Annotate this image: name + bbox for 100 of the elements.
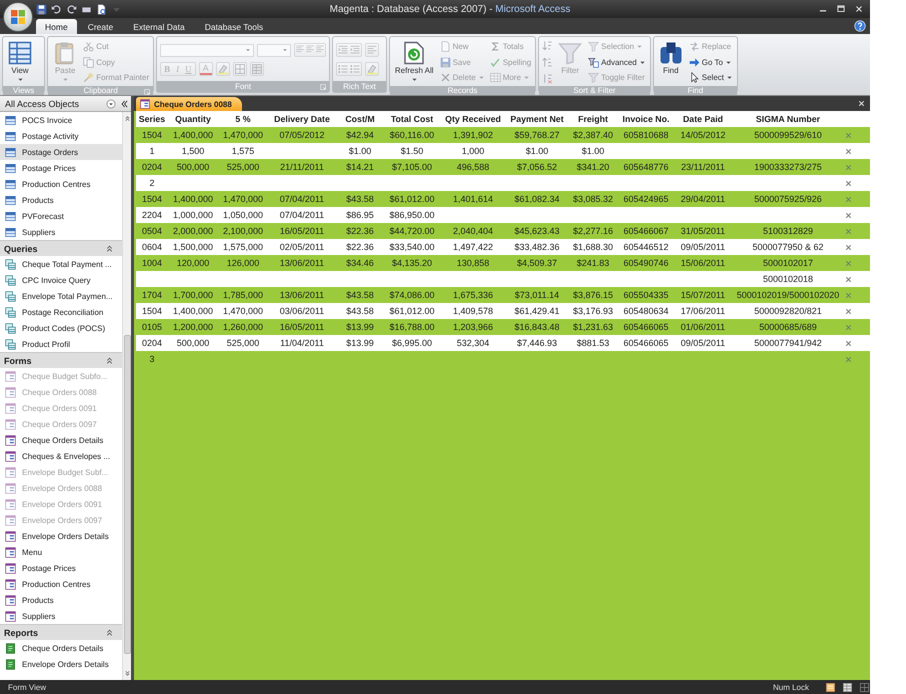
- collapse-icon[interactable]: [105, 356, 114, 365]
- delete-icon[interactable]: [844, 274, 853, 284]
- dropdown-icon[interactable]: [106, 98, 116, 108]
- highlight-icon[interactable]: [216, 63, 229, 75]
- undo-icon[interactable]: [51, 4, 62, 14]
- table-cell-text: 605466065: [622, 322, 670, 332]
- nav-item[interactable]: Envelope Orders Details: [0, 528, 122, 544]
- table-cell-text: 50000685/689: [758, 322, 818, 332]
- nav-item[interactable]: CPC Invoice Query: [0, 272, 122, 288]
- table-cell-text: $4,509.37: [516, 258, 558, 268]
- office-button[interactable]: [3, 2, 33, 32]
- delete-icon[interactable]: [844, 258, 853, 268]
- table-cell-text: 1,000,000: [172, 210, 214, 220]
- nav-item[interactable]: Suppliers: [0, 608, 122, 624]
- table-cell-text: 605490746: [622, 258, 670, 268]
- nav-item[interactable]: Postage Activity: [0, 128, 122, 144]
- nav-item[interactable]: Envelope Total Paymen...: [0, 288, 122, 304]
- document-tab[interactable]: Cheque Orders 0088: [136, 97, 242, 111]
- ribbon-tab[interactable]: Create: [78, 19, 122, 34]
- nav-item[interactable]: Product Profil: [0, 336, 122, 352]
- delete-icon[interactable]: [844, 178, 853, 188]
- maximize-icon[interactable]: [836, 4, 846, 14]
- scroll-down-icon[interactable]: [124, 670, 130, 677]
- table-cell-text: 1,470,000: [222, 130, 264, 140]
- delete-icon[interactable]: [844, 194, 853, 204]
- nav-item[interactable]: Cheque Orders Details: [0, 432, 122, 448]
- brush-icon: [83, 72, 94, 83]
- section-header[interactable]: Reports: [0, 624, 122, 640]
- collapse-icon[interactable]: [105, 628, 114, 637]
- datasheet-view-icon[interactable]: [842, 682, 853, 692]
- nav-item[interactable]: Postage Reconciliation: [0, 304, 122, 320]
- ribbon-button[interactable]: View: [6, 40, 34, 84]
- delete-icon[interactable]: [844, 338, 853, 348]
- close-icon[interactable]: [854, 4, 864, 14]
- table-cell-text: 2: [148, 178, 156, 188]
- ribbon-button[interactable]: Find: [656, 40, 685, 84]
- ribbon-button[interactable]: Go To: [688, 56, 734, 68]
- ribbon-tab[interactable]: Home: [36, 19, 77, 34]
- table-cell-text: $34.46: [345, 258, 375, 268]
- dialog-launcher-icon[interactable]: [143, 88, 152, 96]
- table-cell-text: 5000102017: [762, 258, 814, 268]
- gridlines-icon[interactable]: [234, 63, 246, 75]
- delete-icon[interactable]: [844, 242, 853, 252]
- table-cell-text: 0504: [140, 226, 164, 236]
- align-icon[interactable]: [305, 44, 316, 54]
- scrollbar[interactable]: [122, 112, 131, 680]
- delete-icon[interactable]: [844, 354, 853, 364]
- save-icon[interactable]: [36, 4, 47, 14]
- table-cell-text: 605504335: [622, 290, 670, 300]
- nav-item[interactable]: Cheque Orders Details: [0, 640, 122, 656]
- ribbon-tab[interactable]: Database Tools: [196, 19, 272, 34]
- print-preview-icon[interactable]: [96, 4, 107, 14]
- delete-icon[interactable]: [844, 162, 853, 172]
- nav-item[interactable]: Envelope Orders Details: [0, 656, 122, 672]
- report-icon: [5, 658, 16, 670]
- nav-item[interactable]: Menu: [0, 544, 122, 560]
- delete-icon[interactable]: [844, 306, 853, 316]
- delete-icon[interactable]: [844, 146, 853, 156]
- align-icon[interactable]: [315, 44, 326, 54]
- font-size-field[interactable]: [257, 44, 292, 56]
- design-view-icon[interactable]: [859, 682, 870, 692]
- ribbon-button[interactable]: Advanced: [587, 56, 647, 68]
- nav-item[interactable]: Postage Orders: [0, 144, 122, 160]
- delete-icon[interactable]: [844, 290, 853, 300]
- nav-item[interactable]: Postage Prices: [0, 560, 122, 576]
- redo-icon[interactable]: [66, 4, 77, 14]
- nav-item[interactable]: PVForecast: [0, 208, 122, 224]
- table-cell-text: 1,400,000: [172, 194, 214, 204]
- nav-item[interactable]: Products: [0, 592, 122, 608]
- delete-icon[interactable]: [844, 210, 853, 220]
- nav-item[interactable]: Production Centres: [0, 576, 122, 592]
- align-icon[interactable]: [295, 44, 306, 54]
- collapse-icon[interactable]: [119, 98, 129, 108]
- fill-icon[interactable]: [250, 63, 263, 75]
- nav-item[interactable]: Production Centres: [0, 176, 122, 192]
- nav-item[interactable]: Cheques & Envelopes ...: [0, 448, 122, 464]
- delete-icon[interactable]: [844, 322, 853, 332]
- delete-icon[interactable]: [844, 226, 853, 236]
- section-header[interactable]: Forms: [0, 352, 122, 368]
- table-cell-text: $59,768.27: [513, 130, 561, 140]
- ribbon-button[interactable]: Refresh All: [392, 40, 436, 84]
- table-cell-text: 500,000: [176, 162, 210, 172]
- delete-icon[interactable]: [844, 130, 853, 140]
- help-icon[interactable]: [854, 20, 866, 32]
- collapse-icon[interactable]: [105, 244, 114, 253]
- nav-item[interactable]: POCS Invoice: [0, 112, 122, 128]
- nav-item[interactable]: Products: [0, 192, 122, 208]
- section-header[interactable]: Queries: [0, 240, 122, 256]
- nav-item[interactable]: Cheque Total Payment ...: [0, 256, 122, 272]
- nav-item[interactable]: Product Codes (POCS): [0, 320, 122, 336]
- ribbon-tab[interactable]: External Data: [124, 19, 194, 34]
- table-cell-text: 0204: [140, 338, 164, 348]
- nav-item[interactable]: Suppliers: [0, 224, 122, 240]
- ribbon-button[interactable]: Select: [688, 71, 734, 84]
- nav-item[interactable]: Postage Prices: [0, 160, 122, 176]
- form-view-icon[interactable]: [825, 682, 836, 692]
- font-name-field[interactable]: [160, 44, 254, 56]
- dialog-launcher-icon[interactable]: [319, 83, 328, 91]
- scroll-up-icon[interactable]: [124, 115, 130, 122]
- close-icon[interactable]: [857, 99, 866, 108]
